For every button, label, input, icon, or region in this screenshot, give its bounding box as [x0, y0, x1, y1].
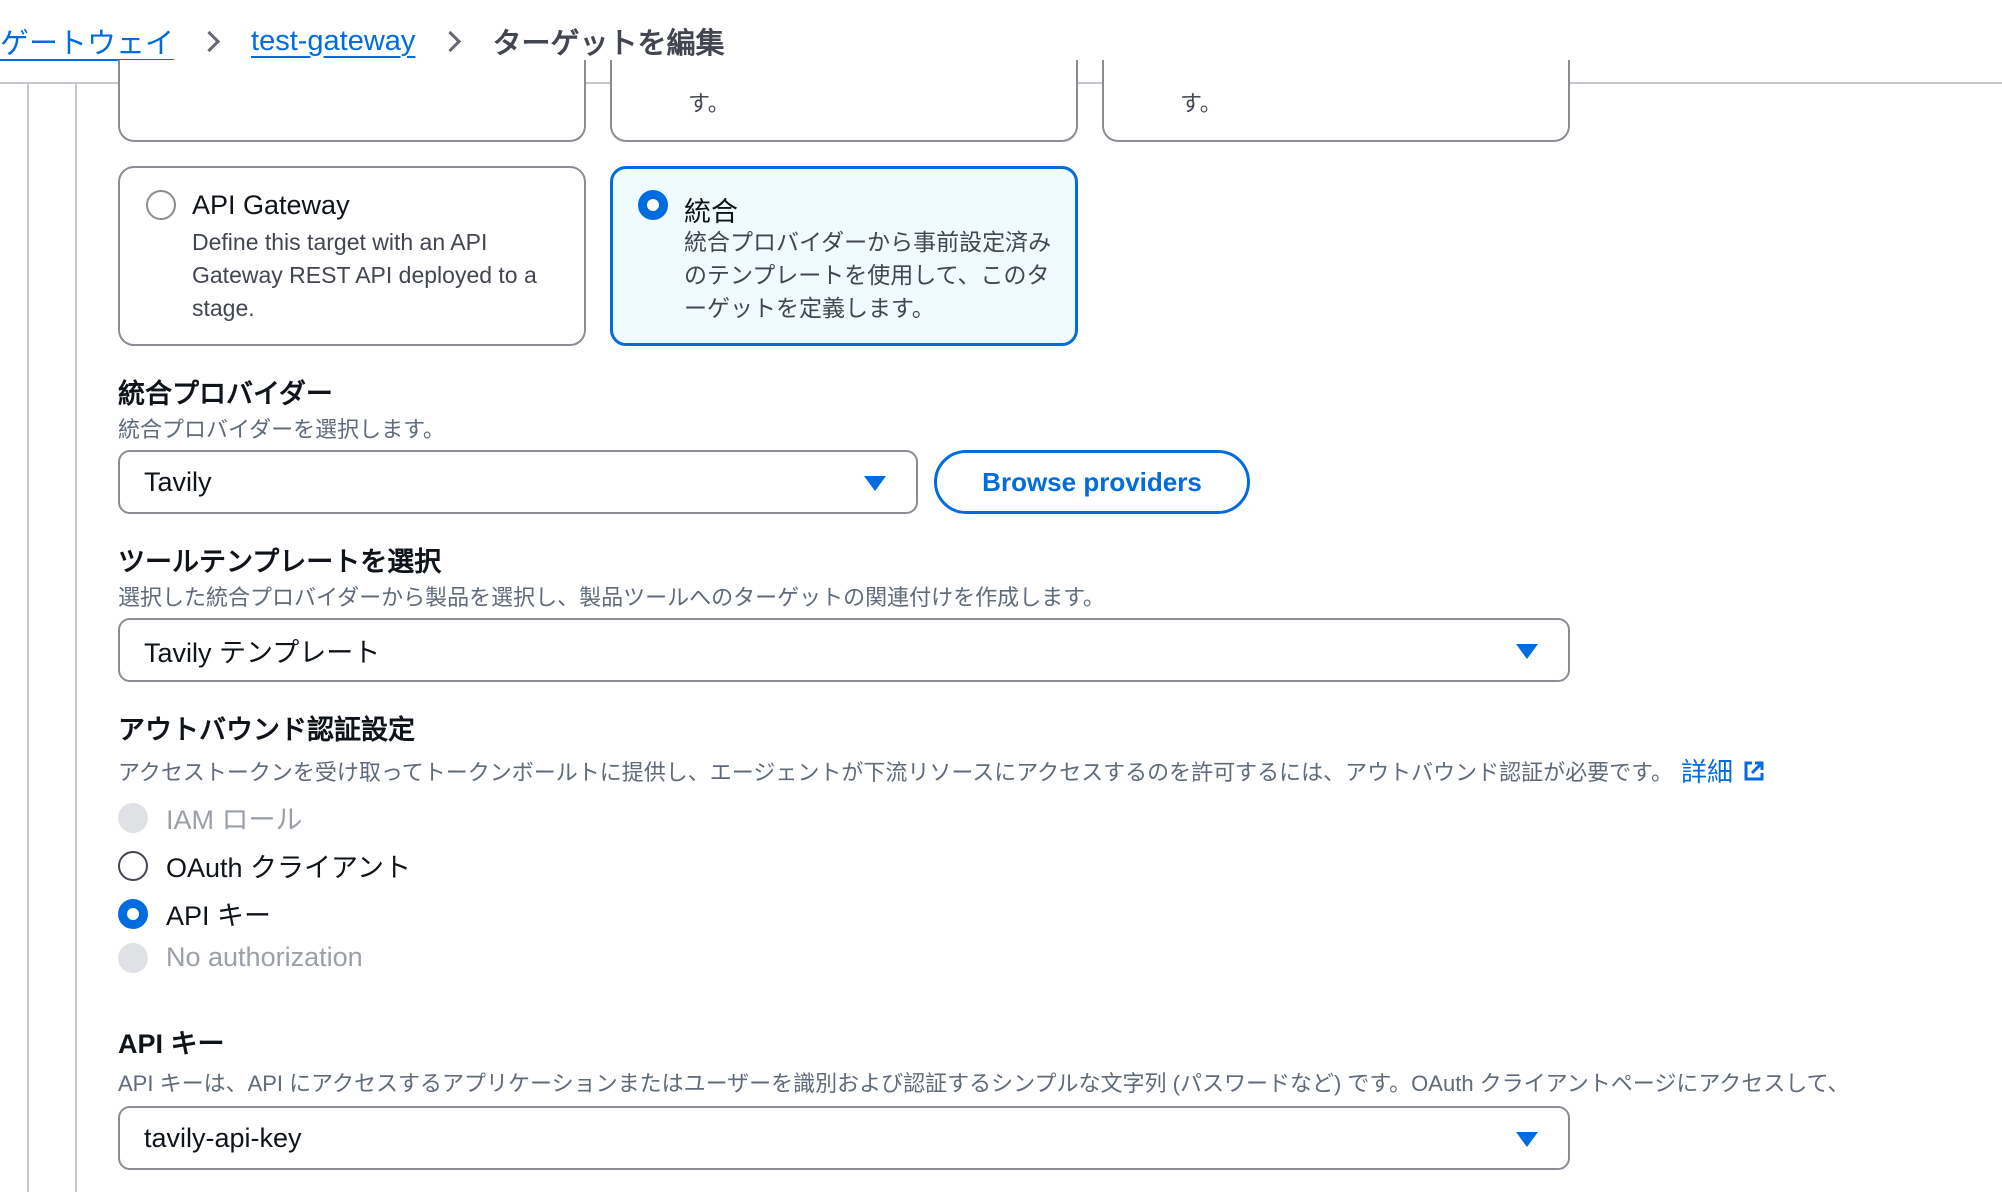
auth-option-label: IAM ロール [166, 805, 303, 835]
target-type-tile-partial-2[interactable]: す。 [610, 60, 1078, 142]
target-type-tile-partial-3[interactable]: す。 [1102, 60, 1570, 142]
outbound-auth-label: アウトバウンド認証設定 [118, 715, 415, 745]
chevron-right-icon [440, 30, 462, 52]
tile-title: API Gateway [192, 190, 350, 220]
auth-option-label: OAuth クライアント [166, 853, 411, 883]
template-description: 選択した統合プロバイダーから製品を選択し、製品ツールへのターゲットの関連付けを作… [118, 585, 1105, 610]
provider-label: 統合プロバイダー [118, 379, 333, 409]
tile-description-tail: す。 [1180, 91, 1222, 116]
chevron-right-icon [198, 30, 221, 52]
breadcrumb-gateways-link[interactable]: ゲートウェイ [0, 20, 174, 62]
caret-down-icon [864, 476, 886, 491]
auth-option-label: No authorization [166, 942, 363, 972]
provider-description: 統合プロバイダーを選択します。 [118, 417, 445, 442]
auth-option-label: API キー [166, 901, 272, 931]
caret-down-icon [1516, 644, 1538, 659]
browse-providers-button[interactable]: Browse providers [934, 450, 1250, 514]
caret-down-icon [1516, 1132, 1538, 1147]
api-key-select[interactable]: tavily-api-key [118, 1106, 1570, 1170]
target-type-tile-api-gateway[interactable]: API Gateway Define this target with an A… [118, 166, 586, 346]
radio-icon[interactable] [118, 898, 148, 929]
target-type-tile-partial-1[interactable] [118, 60, 586, 142]
template-label: ツールテンプレートを選択 [118, 547, 442, 577]
auth-option-iam-role[interactable]: IAM ロール [118, 798, 303, 837]
radio-icon[interactable] [118, 802, 148, 833]
target-type-tile-integration[interactable]: 統合 統合プロバイダーから事前設定済みのテンプレートを使用して、このターゲットを… [610, 166, 1078, 346]
integration-radio[interactable] [638, 190, 668, 220]
auth-option-api-key[interactable]: API キー [118, 894, 271, 933]
api-key-label: API キー [118, 1029, 225, 1059]
radio-icon[interactable] [118, 942, 148, 973]
outbound-auth-description-row: アクセストークンを受け取ってトークンボールトに提供し、エージェントが下流リソース… [118, 752, 1765, 789]
api-key-description: API キーは、API にアクセスするアプリケーションまたはユーザーを識別および… [118, 1071, 1850, 1096]
api-gateway-radio[interactable] [146, 190, 176, 220]
layout-divider [27, 84, 29, 1192]
layout-divider [75, 84, 77, 1192]
external-link-icon[interactable] [1743, 760, 1765, 782]
tile-description-tail: す。 [688, 91, 730, 116]
template-selected-value: Tavily テンプレート [144, 637, 381, 668]
template-select[interactable]: Tavily テンプレート [118, 618, 1570, 682]
outbound-auth-description: アクセストークンを受け取ってトークンボールトに提供し、エージェントが下流リソース… [118, 759, 1673, 785]
learn-more-link[interactable]: 詳細 [1681, 752, 1733, 789]
breadcrumb-test-gateway-link[interactable]: test-gateway [251, 25, 415, 58]
tile-description: Define this target with an API Gateway R… [192, 229, 537, 321]
tile-title: 統合 [684, 197, 738, 227]
radio-icon[interactable] [118, 850, 148, 881]
provider-select[interactable]: Tavily [118, 450, 918, 514]
api-key-selected-value: tavily-api-key [144, 1122, 302, 1153]
auth-option-oauth-client[interactable]: OAuth クライアント [118, 846, 411, 885]
auth-option-no-authorization[interactable]: No authorization [118, 942, 363, 973]
breadcrumb-current: ターゲットを編集 [492, 28, 725, 60]
tile-description: 統合プロバイダーから事前設定済みのテンプレートを使用して、このターゲットを定義し… [684, 229, 1052, 321]
provider-selected-value: Tavily [144, 466, 212, 497]
